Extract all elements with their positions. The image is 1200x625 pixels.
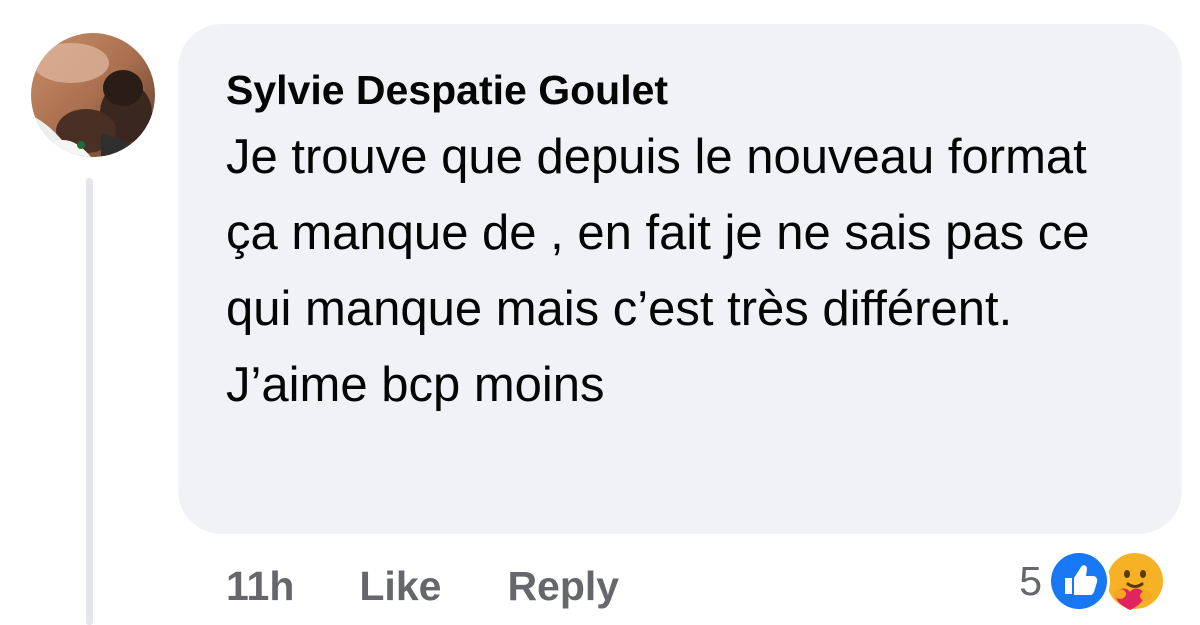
reply-button[interactable]: Reply	[507, 563, 619, 610]
avatar-photo	[31, 33, 155, 157]
comment-actions: 11h Like Reply	[226, 556, 619, 616]
comment-author[interactable]: Sylvie Despatie Goulet	[226, 65, 1134, 115]
comment-bubble: Sylvie Despatie Goulet Je trouve que dep…	[178, 24, 1182, 534]
reaction-summary[interactable]: 5	[1019, 545, 1168, 617]
reaction-count: 5	[1019, 557, 1042, 604]
avatar[interactable]	[31, 33, 155, 157]
thread-line	[86, 178, 93, 625]
comment-text: Je trouve que depuis le nouveau format ç…	[226, 130, 1090, 412]
like-button[interactable]: Like	[359, 563, 441, 610]
like-reaction-icon	[1046, 548, 1112, 614]
comment-timestamp[interactable]: 11h	[226, 563, 294, 610]
